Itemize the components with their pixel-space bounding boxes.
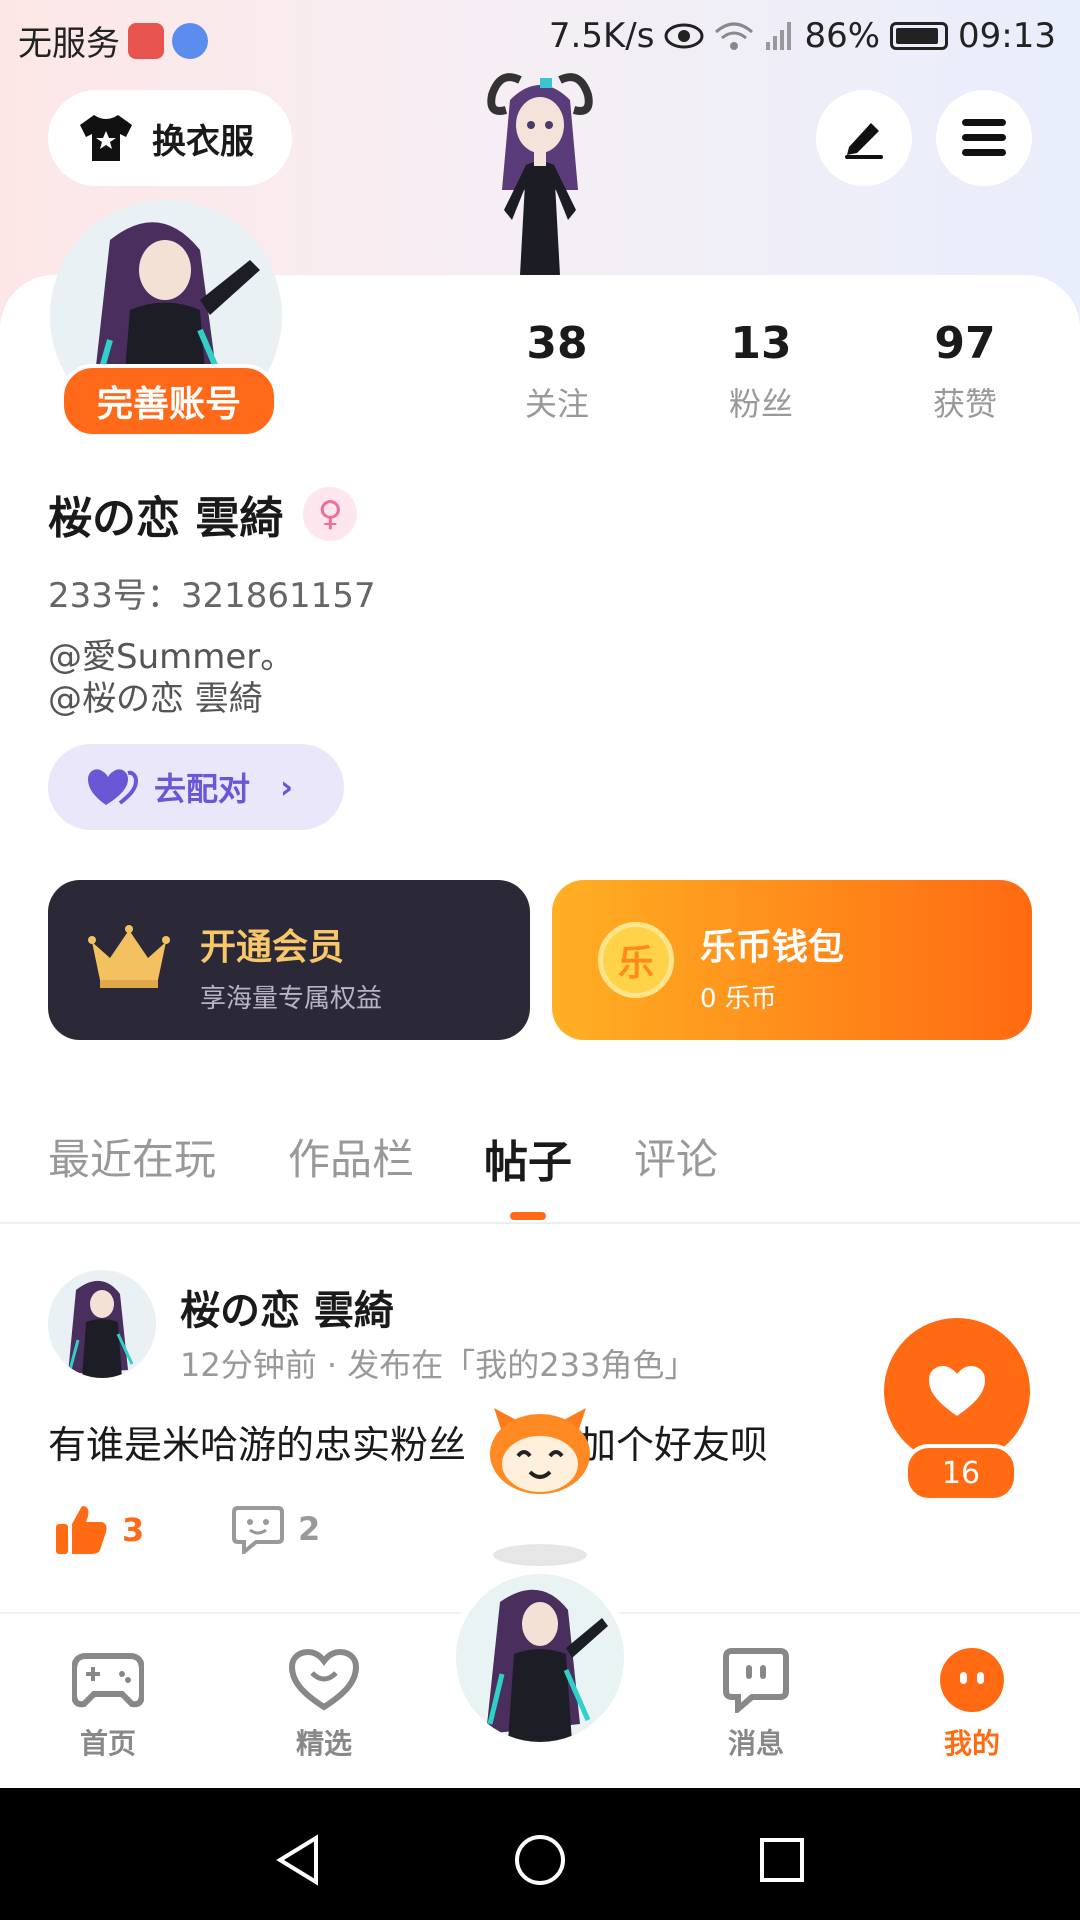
recents-icon[interactable]	[754, 1832, 810, 1888]
coin-title: 乐币钱包	[700, 927, 845, 968]
name-row: 桜の恋 雲綺 ♀	[48, 482, 358, 546]
followers-count: 13	[730, 318, 792, 369]
system-navigation-bar	[0, 1788, 1080, 1920]
likes-stat[interactable]: 97 获赞	[890, 318, 1040, 425]
pairing-label: 去配对	[154, 770, 251, 808]
home-icon[interactable]	[512, 1832, 568, 1888]
center-shadow	[493, 1544, 587, 1566]
post-author-name[interactable]: 桜の恋 雲綺	[180, 1278, 394, 1336]
tab-recently-played[interactable]: 最近在玩	[48, 1126, 216, 1187]
tab-indicator	[510, 1212, 546, 1220]
status-bar: 无服务 7.5K/s 86% 09:13	[0, 0, 1080, 74]
gamepad-icon	[72, 1653, 144, 1708]
back-icon[interactable]	[270, 1832, 326, 1888]
change-outfit-button[interactable]: 换衣服	[48, 90, 292, 186]
comment-icon	[232, 1506, 284, 1554]
profile-bio: @愛Summer。 @桜の恋 雲綺	[48, 636, 294, 720]
menu-icon	[962, 119, 1006, 156]
following-label: 关注	[524, 385, 589, 423]
pairing-button[interactable]: 去配对 ›	[48, 744, 344, 830]
likes-label: 获赞	[932, 385, 997, 423]
app-notification-icon	[128, 22, 164, 59]
battery-percent: 86%	[804, 16, 881, 56]
network-speed: 7.5K/s	[548, 16, 655, 56]
chevron-right-icon: ›	[280, 768, 294, 806]
comment-button[interactable]: 2	[232, 1504, 320, 1554]
tabs-divider	[0, 1222, 1080, 1224]
wifi-icon	[715, 22, 754, 50]
post-content[interactable]: 有谁是米哈游的忠实粉丝 加个好友呗	[48, 1414, 768, 1469]
center-avatar-button[interactable]	[456, 1574, 624, 1742]
heart-outline-icon	[288, 1649, 360, 1711]
following-stat[interactable]: 38 关注	[482, 318, 632, 425]
center-avatar-image	[456, 1574, 624, 1742]
post-text-part2: 加个好友呗	[578, 1423, 769, 1467]
coin-icon: 乐	[598, 922, 674, 998]
tab-posts[interactable]: 帖子	[484, 1126, 572, 1190]
menu-button[interactable]	[936, 90, 1032, 186]
carrier-text: 无服务	[18, 24, 120, 64]
edit-button[interactable]	[816, 90, 912, 186]
post-text-part1: 有谁是米哈游的忠实粉丝	[48, 1423, 467, 1467]
pen-icon	[845, 123, 883, 159]
eye-icon	[664, 23, 704, 49]
nav-messages-label: 消息	[727, 1727, 784, 1760]
profile-face-icon	[940, 1648, 1004, 1712]
nav-home-label: 首页	[79, 1727, 136, 1760]
change-outfit-label: 换衣服	[152, 121, 254, 162]
emoji-mascot-icon	[490, 1408, 590, 1494]
bio-line-2: @桜の恋 雲綺	[48, 679, 263, 719]
likes-count: 97	[934, 318, 996, 369]
clock: 09:13	[958, 16, 1056, 56]
battery-icon	[890, 22, 949, 50]
followers-label: 粉丝	[728, 385, 793, 423]
post-meta: 12分钟前 · 发布在「我的233角色」	[180, 1346, 697, 1384]
character-figure	[487, 73, 593, 275]
user-id: 233号：321861157	[48, 576, 376, 616]
nav-messages[interactable]: 消息	[696, 1644, 816, 1762]
comment-count: 2	[298, 1510, 321, 1548]
profile-tabs: 最近在玩 作品栏 帖子 评论	[48, 1126, 1048, 1216]
signal-icon	[766, 22, 792, 50]
thumbs-up-icon	[56, 1506, 107, 1554]
followers-stat[interactable]: 13 粉丝	[686, 318, 836, 425]
chat-icon	[723, 1648, 789, 1713]
heart-icon	[929, 1366, 985, 1416]
nav-mine[interactable]: 我的	[912, 1644, 1032, 1762]
following-count: 38	[526, 318, 588, 369]
post-author-avatar[interactable]	[48, 1270, 156, 1378]
bio-line-1: @愛Summer。	[48, 637, 295, 677]
complete-account-button[interactable]: 完善账号	[60, 364, 278, 438]
like-count: 3	[122, 1511, 145, 1549]
heart-float-button[interactable]	[884, 1318, 1030, 1464]
vip-subtitle: 享海量专属权益	[200, 984, 383, 1014]
like-button[interactable]: 3	[54, 1504, 144, 1556]
tab-works[interactable]: 作品栏	[288, 1126, 414, 1187]
profile-name: 桜の恋 雲綺	[48, 493, 284, 544]
nav-featured[interactable]: 精选	[264, 1644, 384, 1762]
vip-title: 开通会员	[200, 927, 345, 968]
heart-pair-icon	[88, 769, 138, 805]
browser-notification-icon	[172, 22, 208, 59]
crown-icon	[88, 925, 170, 988]
vip-card[interactable]: 开通会员 享海量专属权益	[48, 880, 530, 1040]
nav-mine-label: 我的	[943, 1727, 1000, 1760]
post-avatar-image	[48, 1270, 156, 1378]
coin-balance: 0 乐币	[700, 984, 777, 1014]
nav-featured-label: 精选	[295, 1727, 352, 1760]
female-icon: ♀	[303, 487, 358, 541]
coin-wallet-card[interactable]: 乐 乐币钱包 0 乐币	[552, 880, 1032, 1040]
nav-home[interactable]: 首页	[48, 1644, 168, 1762]
heart-count-badge: 16	[904, 1444, 1018, 1502]
shirt-icon	[80, 115, 132, 161]
tab-comments[interactable]: 评论	[634, 1126, 718, 1187]
